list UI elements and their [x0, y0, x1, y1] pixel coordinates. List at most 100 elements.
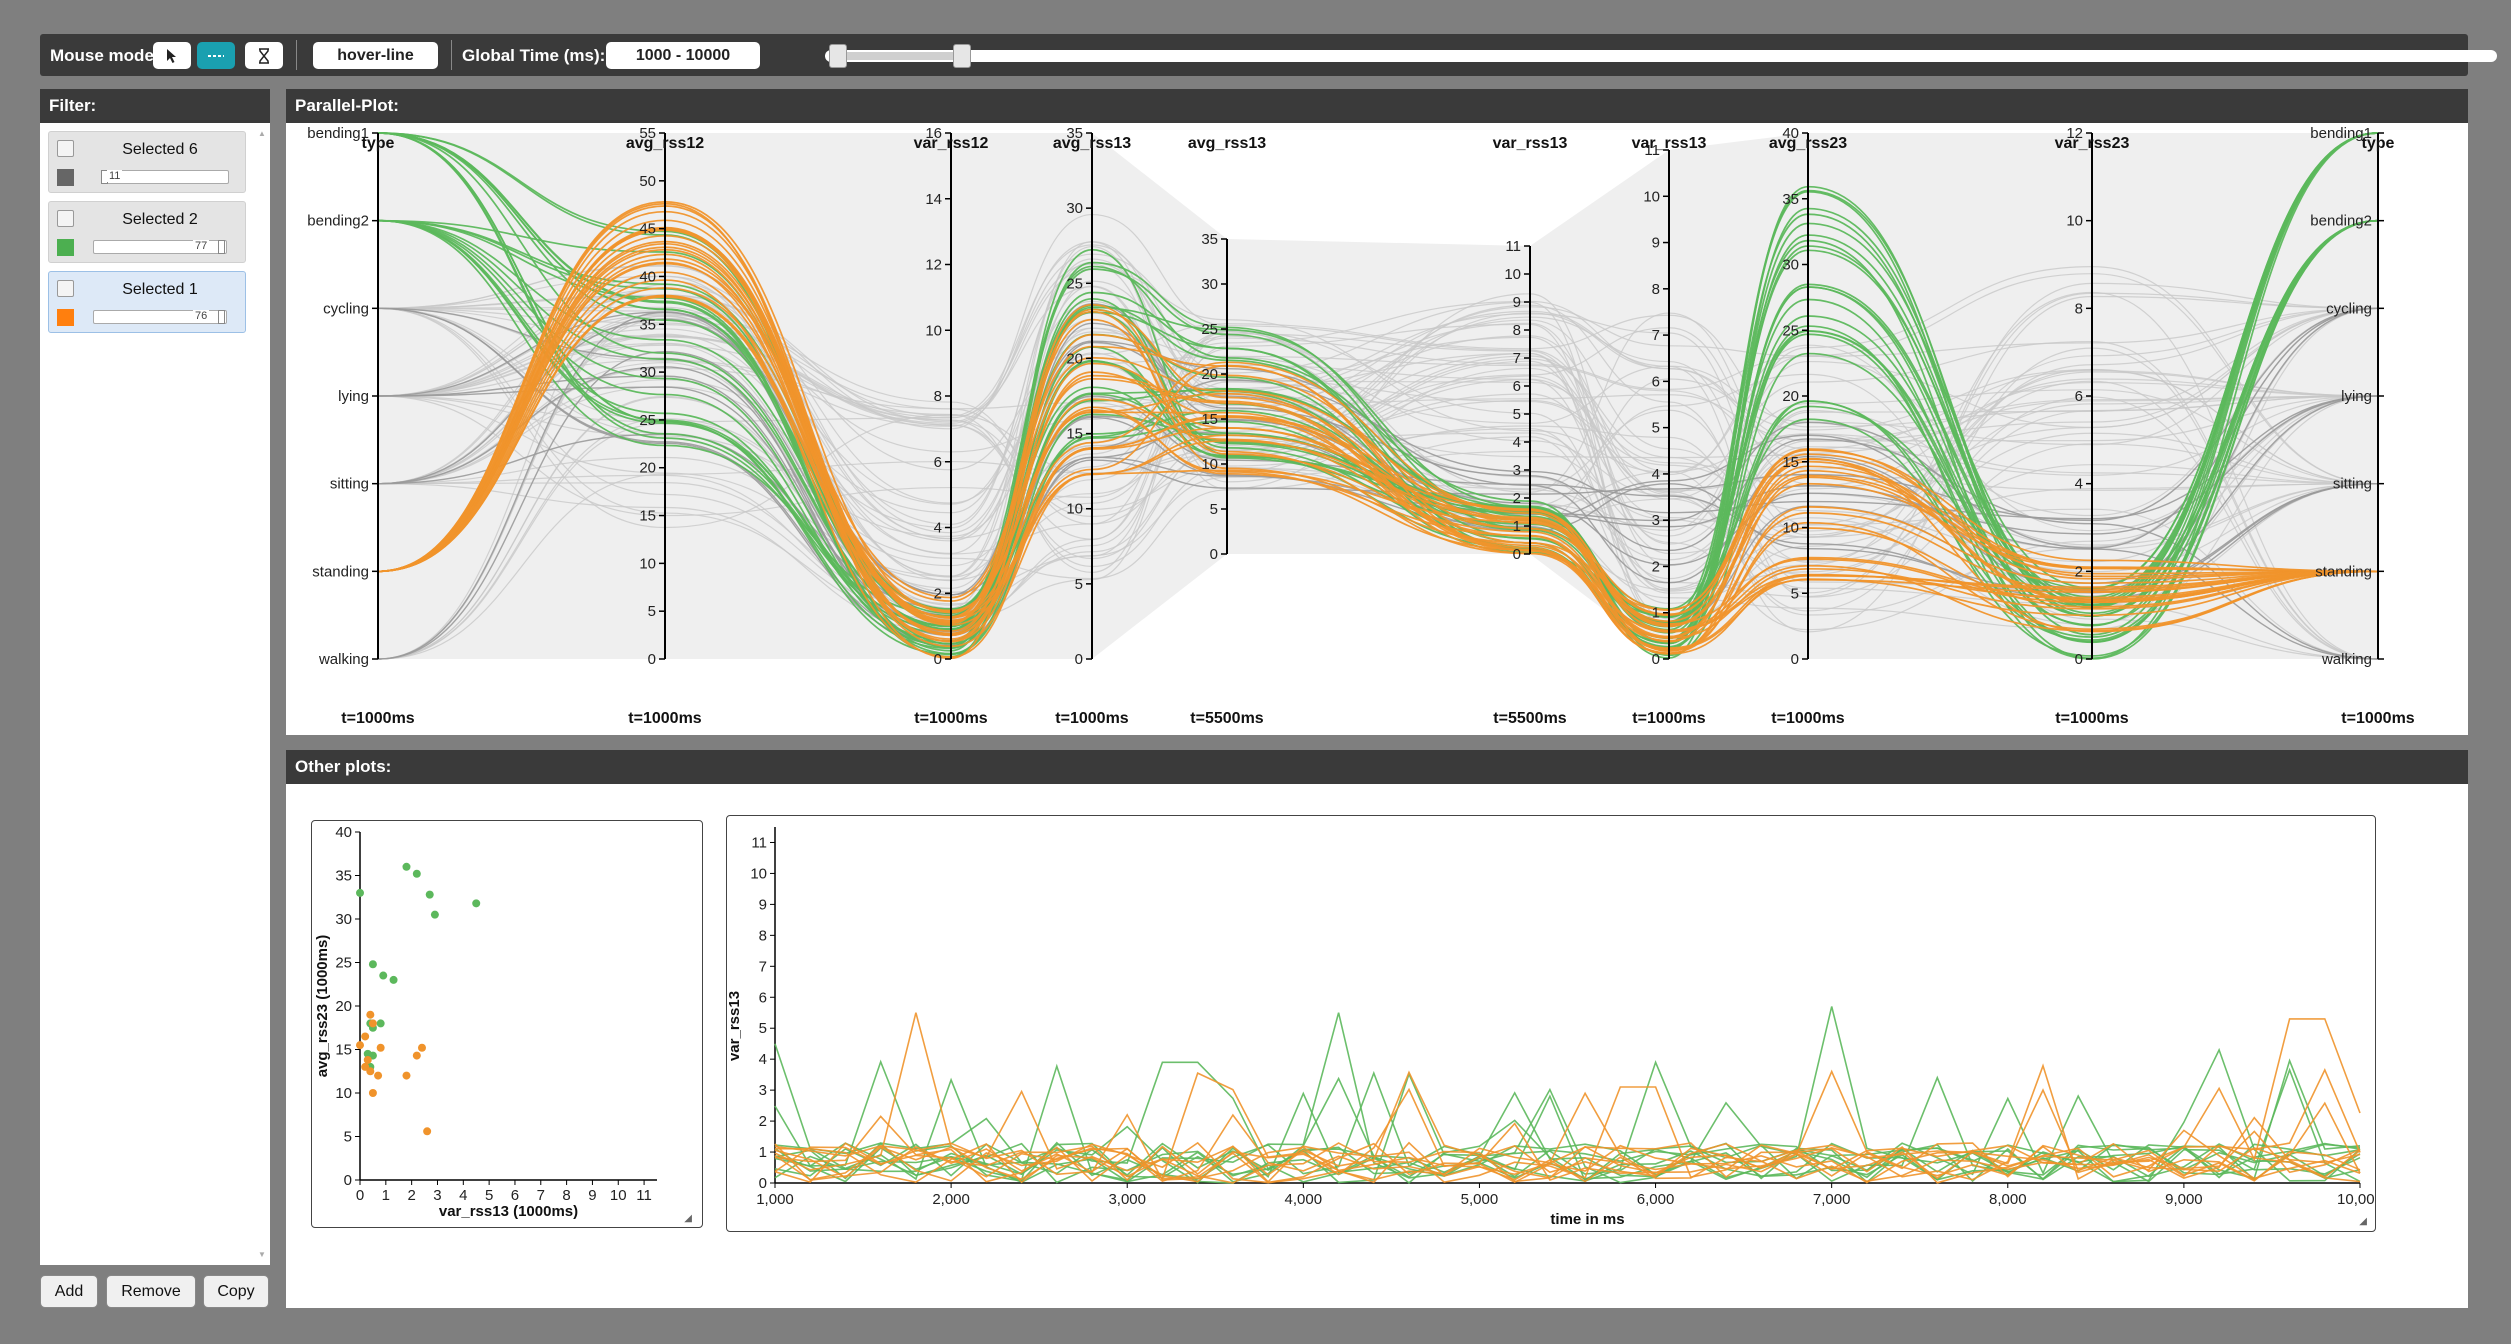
global-time-slider[interactable]: [825, 44, 2497, 68]
y-tick-label: 4: [759, 1051, 767, 1068]
hourglass-mode-button[interactable]: [245, 42, 283, 69]
filter-panel-title: Filter:: [40, 89, 270, 123]
scatter-point: [376, 1019, 385, 1028]
axis-time-label: t=1000ms: [914, 710, 987, 727]
x-tick-label: 8: [562, 1187, 570, 1204]
axis-tick-label: 4: [2075, 476, 2083, 493]
y-axis-label: avg_rss23 (1000ms): [314, 935, 331, 1078]
x-tick-label: 6,000: [1637, 1191, 1675, 1208]
scatter-point: [402, 862, 411, 871]
x-tick-label: 1,000: [756, 1191, 794, 1208]
axis-time-label: t=1000ms: [341, 710, 414, 727]
filter-checkbox[interactable]: [57, 210, 74, 227]
filter-item[interactable]: Selected 1 76: [48, 271, 246, 333]
slider-handle-high[interactable]: [953, 44, 971, 68]
axis-tick-label: 25: [1066, 275, 1083, 292]
axis-tick-label: 5: [1075, 576, 1083, 593]
filter-checkbox[interactable]: [57, 280, 74, 297]
scroll-down-icon[interactable]: ▼: [258, 1250, 266, 1259]
y-tick-label: 25: [335, 955, 352, 972]
copy-button[interactable]: Copy: [203, 1275, 269, 1308]
axis-tick-label: lying: [2341, 388, 2372, 405]
y-tick-label: 10: [335, 1085, 352, 1102]
x-tick-label: 3: [433, 1187, 441, 1204]
filter-item-name: Selected 1: [122, 281, 198, 298]
axis-tick-label: 0: [1791, 651, 1799, 668]
parallel-plot-title: Parallel-Plot:: [286, 89, 2468, 123]
mouse-mode-label: Mouse mode:: [50, 46, 160, 65]
axis-tick-label: walking: [2321, 651, 2372, 668]
axis-time-label: t=1000ms: [2055, 710, 2128, 727]
filter-color-swatch[interactable]: [57, 239, 74, 256]
axis-tick-label: 30: [639, 364, 656, 381]
scatter-point: [389, 975, 398, 984]
toolbar-divider: [296, 40, 297, 70]
axis-tick-label: 6: [2075, 388, 2083, 405]
filter-slider-handle[interactable]: [218, 240, 225, 254]
filter-color-swatch[interactable]: [57, 169, 74, 186]
remove-button[interactable]: Remove: [106, 1275, 196, 1308]
axis-tick-label: 6: [934, 454, 942, 471]
filter-panel: Filter: Selected 6 11 Selected 2 77 Sele…: [40, 89, 270, 1265]
filter-slider-handle[interactable]: [218, 310, 225, 324]
axis-tick-label: 35: [1201, 231, 1218, 248]
x-tick-label: 10: [610, 1187, 627, 1204]
axis-tick-label: 2: [2075, 563, 2083, 580]
add-button[interactable]: Add: [40, 1275, 98, 1308]
x-tick-label: 6: [511, 1187, 519, 1204]
y-tick-label: 30: [335, 911, 352, 928]
pointer-mode-button[interactable]: [153, 42, 191, 69]
toolbar-divider: [451, 40, 452, 70]
scatter-point: [368, 1019, 377, 1028]
scatter-point: [412, 869, 421, 878]
x-tick-label: 1: [382, 1187, 390, 1204]
line-plot[interactable]: 0 1 2 3 4 5 6 7 8 9 10 11 1,000 2,000 3,000 4,000 5,000 6…: [726, 816, 2383, 1231]
scroll-up-icon[interactable]: ▲: [258, 129, 266, 138]
parallel-plot[interactable]: bending1 bending2 cycling lying sitting stand…: [286, 123, 2468, 735]
filter-item[interactable]: Selected 6 11: [48, 131, 246, 193]
filter-color-swatch[interactable]: [57, 309, 74, 326]
axis-tick-label: 4: [1652, 466, 1660, 483]
x-tick-label: 5: [485, 1187, 493, 1204]
toolbar: Mouse mode: hover-line Global Time (ms):…: [40, 34, 2497, 76]
other-plots-panel: Other plots: 0 5 10 15 20 25 30 35 40 0 1 2 3 4 5 6 7 8 9 1…: [286, 750, 2468, 1308]
filter-item-name: Selected 2: [122, 211, 198, 228]
slider-handle-low[interactable]: [829, 44, 847, 68]
scatter-point: [361, 1032, 370, 1041]
x-tick-label: 4,000: [1285, 1191, 1323, 1208]
y-tick-label: 10: [750, 865, 767, 882]
scatter-plot[interactable]: 0 5 10 15 20 25 30 35 40 0 1 2 3 4 5 6 7 8 9 10 11 var_rss13 …: [312, 821, 702, 1227]
parallel-plot-panel: Parallel-Plot: bending1 bending2 cycling ly…: [286, 89, 2468, 735]
axis-tick-label: 14: [925, 191, 942, 208]
hover-line-mode-button[interactable]: [197, 42, 235, 69]
axis-time-label: t=5500ms: [1493, 710, 1566, 727]
global-time-input[interactable]: 1000 - 10000: [606, 42, 760, 69]
axis-tick-label: 25: [1201, 321, 1218, 338]
scatter-point: [425, 890, 434, 899]
scatter-point: [402, 1071, 411, 1080]
filter-checkbox[interactable]: [57, 140, 74, 157]
filter-item-name: Selected 6: [122, 141, 198, 158]
x-tick-label: 2,000: [932, 1191, 970, 1208]
axis-title: var_rss12: [914, 135, 989, 152]
x-tick-label: 3,000: [1108, 1191, 1146, 1208]
axis-tick-label: lying: [338, 388, 369, 405]
axis-tick-label: 12: [925, 257, 942, 274]
axis-tick-label: 2: [1652, 558, 1660, 575]
filter-item[interactable]: Selected 2 77: [48, 201, 246, 263]
scatter-point: [417, 1043, 426, 1052]
axis-tick-label: standing: [312, 563, 369, 580]
axis-tick-label: 6: [1513, 378, 1521, 395]
filter-scrollbar[interactable]: ▲ ▼: [258, 129, 268, 1259]
hover-line-button[interactable]: hover-line: [313, 42, 438, 69]
axis-tick-label: 0: [1513, 546, 1521, 563]
y-tick-label: 35: [335, 868, 352, 885]
scatter-point: [374, 1071, 383, 1080]
axis-tick-label: 11: [1505, 238, 1521, 255]
axis-tick-label: 5: [1791, 585, 1799, 602]
axis-tick-label: 5: [1210, 501, 1218, 518]
axis-tick-label: 10: [2066, 213, 2083, 230]
axis-tick-label: 30: [1201, 276, 1218, 293]
scatter-point: [430, 910, 439, 919]
axis-time-label: t=1000ms: [2341, 710, 2414, 727]
